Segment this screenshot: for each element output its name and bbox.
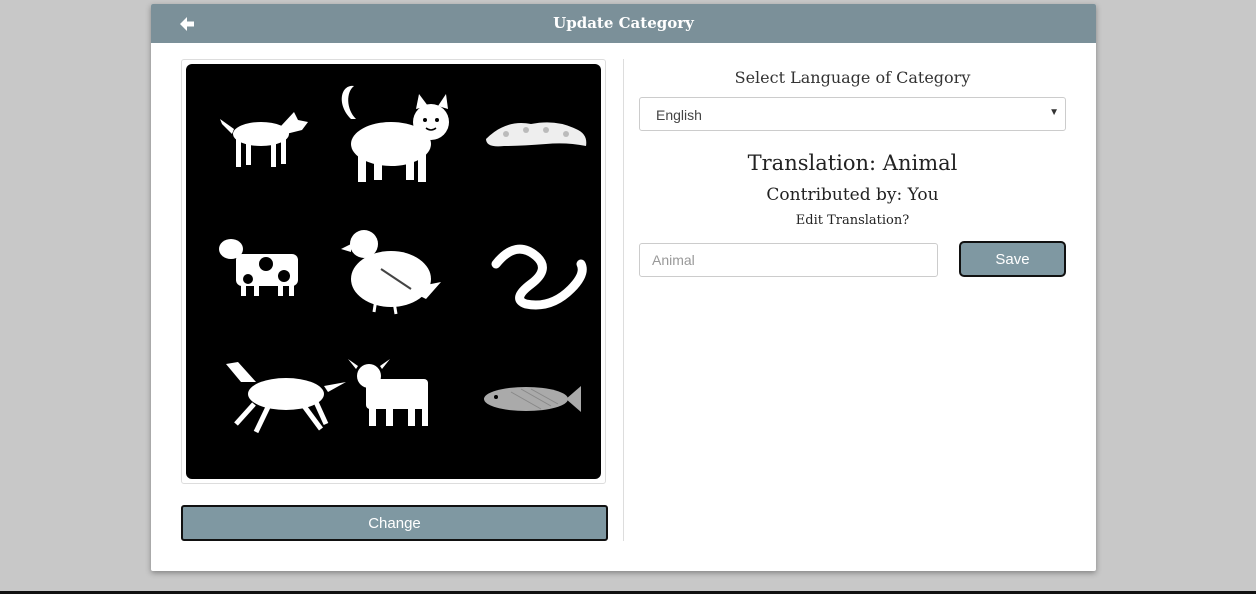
pigeon-icon — [341, 230, 441, 315]
dog-icon — [220, 112, 308, 167]
contributed-by: Contributed by: You — [766, 185, 939, 205]
category-image-frame — [181, 59, 606, 484]
cat-icon — [341, 85, 449, 182]
fish-icon — [484, 386, 581, 412]
page-title: Update Category — [553, 14, 694, 32]
panel-divider — [623, 59, 624, 541]
language-select[interactable]: English ▼ — [639, 97, 1066, 131]
category-image[interactable] — [186, 64, 601, 479]
caterpillar-icon — [486, 122, 587, 147]
translation-panel: Select Language of Category English ▼ Tr… — [639, 59, 1066, 281]
cow-icon — [219, 239, 298, 296]
snake-icon — [491, 244, 587, 310]
change-button[interactable]: Change — [181, 505, 608, 541]
animals-illustration — [219, 85, 587, 434]
bull-icon — [348, 359, 428, 426]
edit-translation-row: Save — [639, 241, 1066, 281]
header-bar: Update Category — [151, 4, 1096, 43]
translation-heading: Translation: Animal — [747, 151, 958, 175]
save-button[interactable]: Save — [959, 241, 1066, 277]
image-panel: Change — [181, 59, 608, 541]
translation-input[interactable] — [639, 243, 938, 277]
horse-icon — [226, 362, 346, 434]
language-selected-value: English — [656, 107, 702, 123]
caret-down-icon: ▼ — [1049, 107, 1059, 118]
language-label: Select Language of Category — [734, 68, 971, 87]
update-category-card: Update Category Change Select Language o… — [151, 4, 1096, 571]
edit-translation-label: Edit Translation? — [795, 213, 910, 228]
